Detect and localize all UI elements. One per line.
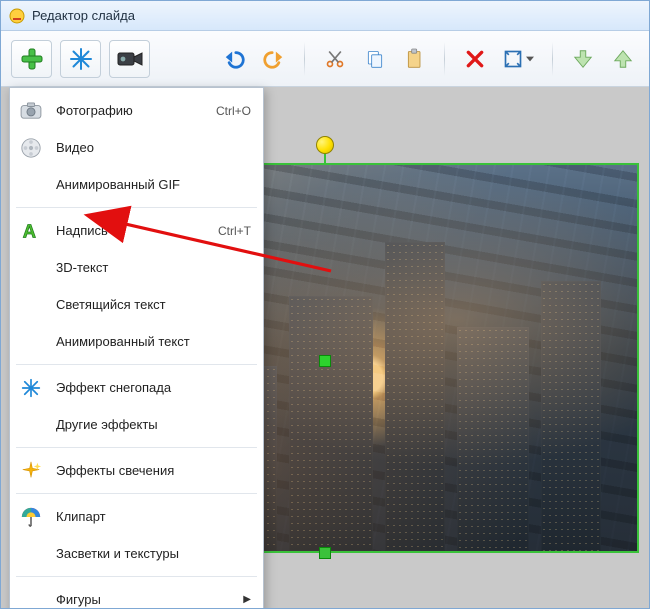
menu-item-label: Эффект снегопада <box>56 380 251 395</box>
menu-item-shortcut: Ctrl+T <box>218 224 251 238</box>
menu-item-gif[interactable]: Анимированный GIF <box>10 166 263 203</box>
menu-item-label: Анимированный GIF <box>56 177 251 192</box>
menu-item-label: Фигуры <box>56 592 233 607</box>
menu-separator <box>16 207 257 208</box>
titlebar: Редактор слайда <box>1 1 649 31</box>
menu-item-other-effects[interactable]: Другие эффекты <box>10 406 263 443</box>
submenu-arrow-icon: ▶ <box>243 594 251 605</box>
menu-item-label: Надпись <box>56 223 208 238</box>
copy-icon <box>365 49 385 69</box>
effects-button[interactable] <box>60 40 101 78</box>
camera-button[interactable] <box>109 40 150 78</box>
main-toolbar <box>1 31 649 87</box>
menu-item-label: Светящийся текст <box>56 297 251 312</box>
menu-item-caption[interactable]: A Надпись Ctrl+T <box>10 212 263 249</box>
menu-item-label: Видео <box>56 140 251 155</box>
menu-item-label: Анимированный текст <box>56 334 251 349</box>
camera-icon <box>117 49 143 69</box>
menu-item-label: Клипарт <box>56 509 251 524</box>
add-menu: Фотографию Ctrl+O Видео Анимированный GI… <box>9 87 264 609</box>
slide-editor-window: Редактор слайда <box>0 0 650 609</box>
delete-button[interactable] <box>459 40 491 78</box>
menu-item-snowfall[interactable]: Эффект снегопада <box>10 369 263 406</box>
cut-button[interactable] <box>319 40 351 78</box>
copy-button[interactable] <box>359 40 391 78</box>
nudge-down-button[interactable] <box>567 40 599 78</box>
menu-item-animated-text[interactable]: Анимированный текст <box>10 323 263 360</box>
photo-icon <box>16 102 46 120</box>
arrow-down-icon <box>572 48 594 70</box>
menu-item-label: Другие эффекты <box>56 417 251 432</box>
resize-handle-bottom[interactable] <box>319 547 331 559</box>
app-icon <box>9 8 25 24</box>
snowflake-icon <box>16 378 46 398</box>
fullscreen-icon <box>503 49 523 69</box>
menu-separator <box>16 493 257 494</box>
toolbar-separator <box>444 42 445 76</box>
redo-icon <box>263 48 285 70</box>
menu-item-label: Фотографию <box>56 103 206 118</box>
menu-separator <box>16 364 257 365</box>
menu-separator <box>16 447 257 448</box>
snowflake-icon <box>69 47 93 71</box>
umbrella-icon <box>16 506 46 528</box>
menu-item-flares-textures[interactable]: Засветки и текстуры <box>10 535 263 572</box>
nudge-up-button[interactable] <box>607 40 639 78</box>
menu-separator <box>16 576 257 577</box>
chevron-down-icon <box>526 55 534 63</box>
toolbar-separator <box>552 42 553 76</box>
add-icon <box>20 47 44 71</box>
menu-item-photo[interactable]: Фотографию Ctrl+O <box>10 92 263 129</box>
menu-item-label: 3D-текст <box>56 260 251 275</box>
delete-icon <box>465 49 485 69</box>
menu-item-3d-text[interactable]: 3D-текст <box>10 249 263 286</box>
menu-item-glowing-text[interactable]: Светящийся текст <box>10 286 263 323</box>
toolbar-separator <box>304 42 305 76</box>
menu-item-shortcut: Ctrl+O <box>216 104 251 118</box>
text-a-icon: A <box>16 220 46 242</box>
undo-icon <box>223 48 245 70</box>
add-button[interactable] <box>11 40 52 78</box>
menu-item-glow-effects[interactable]: Эффекты свечения <box>10 452 263 489</box>
fullscreen-button[interactable] <box>499 40 538 78</box>
rotation-handle[interactable] <box>316 136 334 154</box>
sparkle-icon <box>16 460 46 482</box>
svg-text:A: A <box>23 220 36 241</box>
menu-item-label: Эффекты свечения <box>56 463 251 478</box>
film-icon <box>16 137 46 159</box>
menu-item-shapes[interactable]: Фигуры ▶ <box>10 581 263 609</box>
center-handle[interactable] <box>319 355 331 367</box>
menu-item-video[interactable]: Видео <box>10 129 263 166</box>
cut-icon <box>325 49 345 69</box>
menu-item-clipart[interactable]: Клипарт <box>10 498 263 535</box>
arrow-up-icon <box>612 48 634 70</box>
paste-icon <box>405 48 425 70</box>
paste-button[interactable] <box>399 40 431 78</box>
redo-button[interactable] <box>258 40 290 78</box>
menu-item-label: Засветки и текстуры <box>56 546 251 561</box>
undo-button[interactable] <box>219 40 251 78</box>
window-title: Редактор слайда <box>32 8 135 23</box>
